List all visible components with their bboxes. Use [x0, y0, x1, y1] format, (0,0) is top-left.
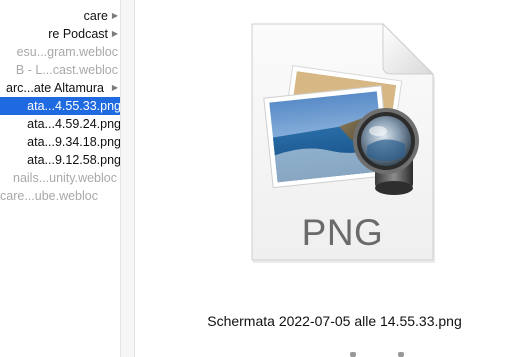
file-name-text: Schermata 2022-07-05 alle 14.55.33.png [207, 313, 462, 329]
file-type-label: PNG [301, 212, 384, 253]
list-item-label: ata...9.34.18.png [27, 135, 120, 149]
chevron-right-icon: ▶ [111, 83, 118, 92]
file-name-label: Schermata 2022-07-05 alle 14.55.33.png [135, 313, 526, 329]
list-item-label: care...ube.webloc [0, 189, 98, 203]
list-item-label: ata...9.12.58.png [27, 153, 120, 167]
list-item-label: B - L...cast.webloc [15, 63, 118, 77]
list-item-selected[interactable]: ata...4.55.33.png [0, 97, 120, 115]
list-item-label: esu...gram.webloc [16, 45, 118, 59]
list-item[interactable]: ata...9.12.58.png [0, 151, 120, 169]
list-item-label: ata...4.59.24.png [27, 117, 120, 131]
list-item[interactable]: ata...4.59.24.png [0, 115, 120, 133]
list-item-label: re Podcast [48, 27, 108, 41]
chevron-right-icon: ▶ [111, 29, 118, 38]
list-item[interactable]: arc...ate Altamura ▶ [0, 79, 120, 97]
list-item[interactable]: esu...gram.webloc [0, 43, 120, 61]
list-item[interactable]: re Podcast ▶ [0, 25, 120, 43]
list-item[interactable]: care ▶ [0, 7, 120, 25]
list-item[interactable]: B - L...cast.webloc [0, 61, 120, 79]
list-item[interactable]: nails...unity.webloc [0, 169, 120, 187]
preview-pane: PNG Schermata 2022-07-05 alle 14.55.33.p… [135, 0, 526, 357]
column-resize-gutter[interactable] [121, 0, 134, 357]
list-item-label: nails...unity.webloc [13, 171, 117, 185]
list-item-label: ata...4.55.33.png [27, 99, 120, 113]
list-item[interactable]: ata...9.34.18.png [0, 133, 120, 151]
list-item-label: arc...ate Altamura [6, 81, 104, 95]
chevron-right-icon: ▶ [111, 11, 118, 20]
file-list-column: care ▶ re Podcast ▶ esu...gram.webloc B … [0, 0, 120, 357]
list-item-label: care [83, 9, 108, 23]
list-item[interactable]: care...ube.webloc [0, 187, 120, 205]
partial-glyph [350, 352, 356, 357]
partial-glyph [398, 352, 404, 357]
